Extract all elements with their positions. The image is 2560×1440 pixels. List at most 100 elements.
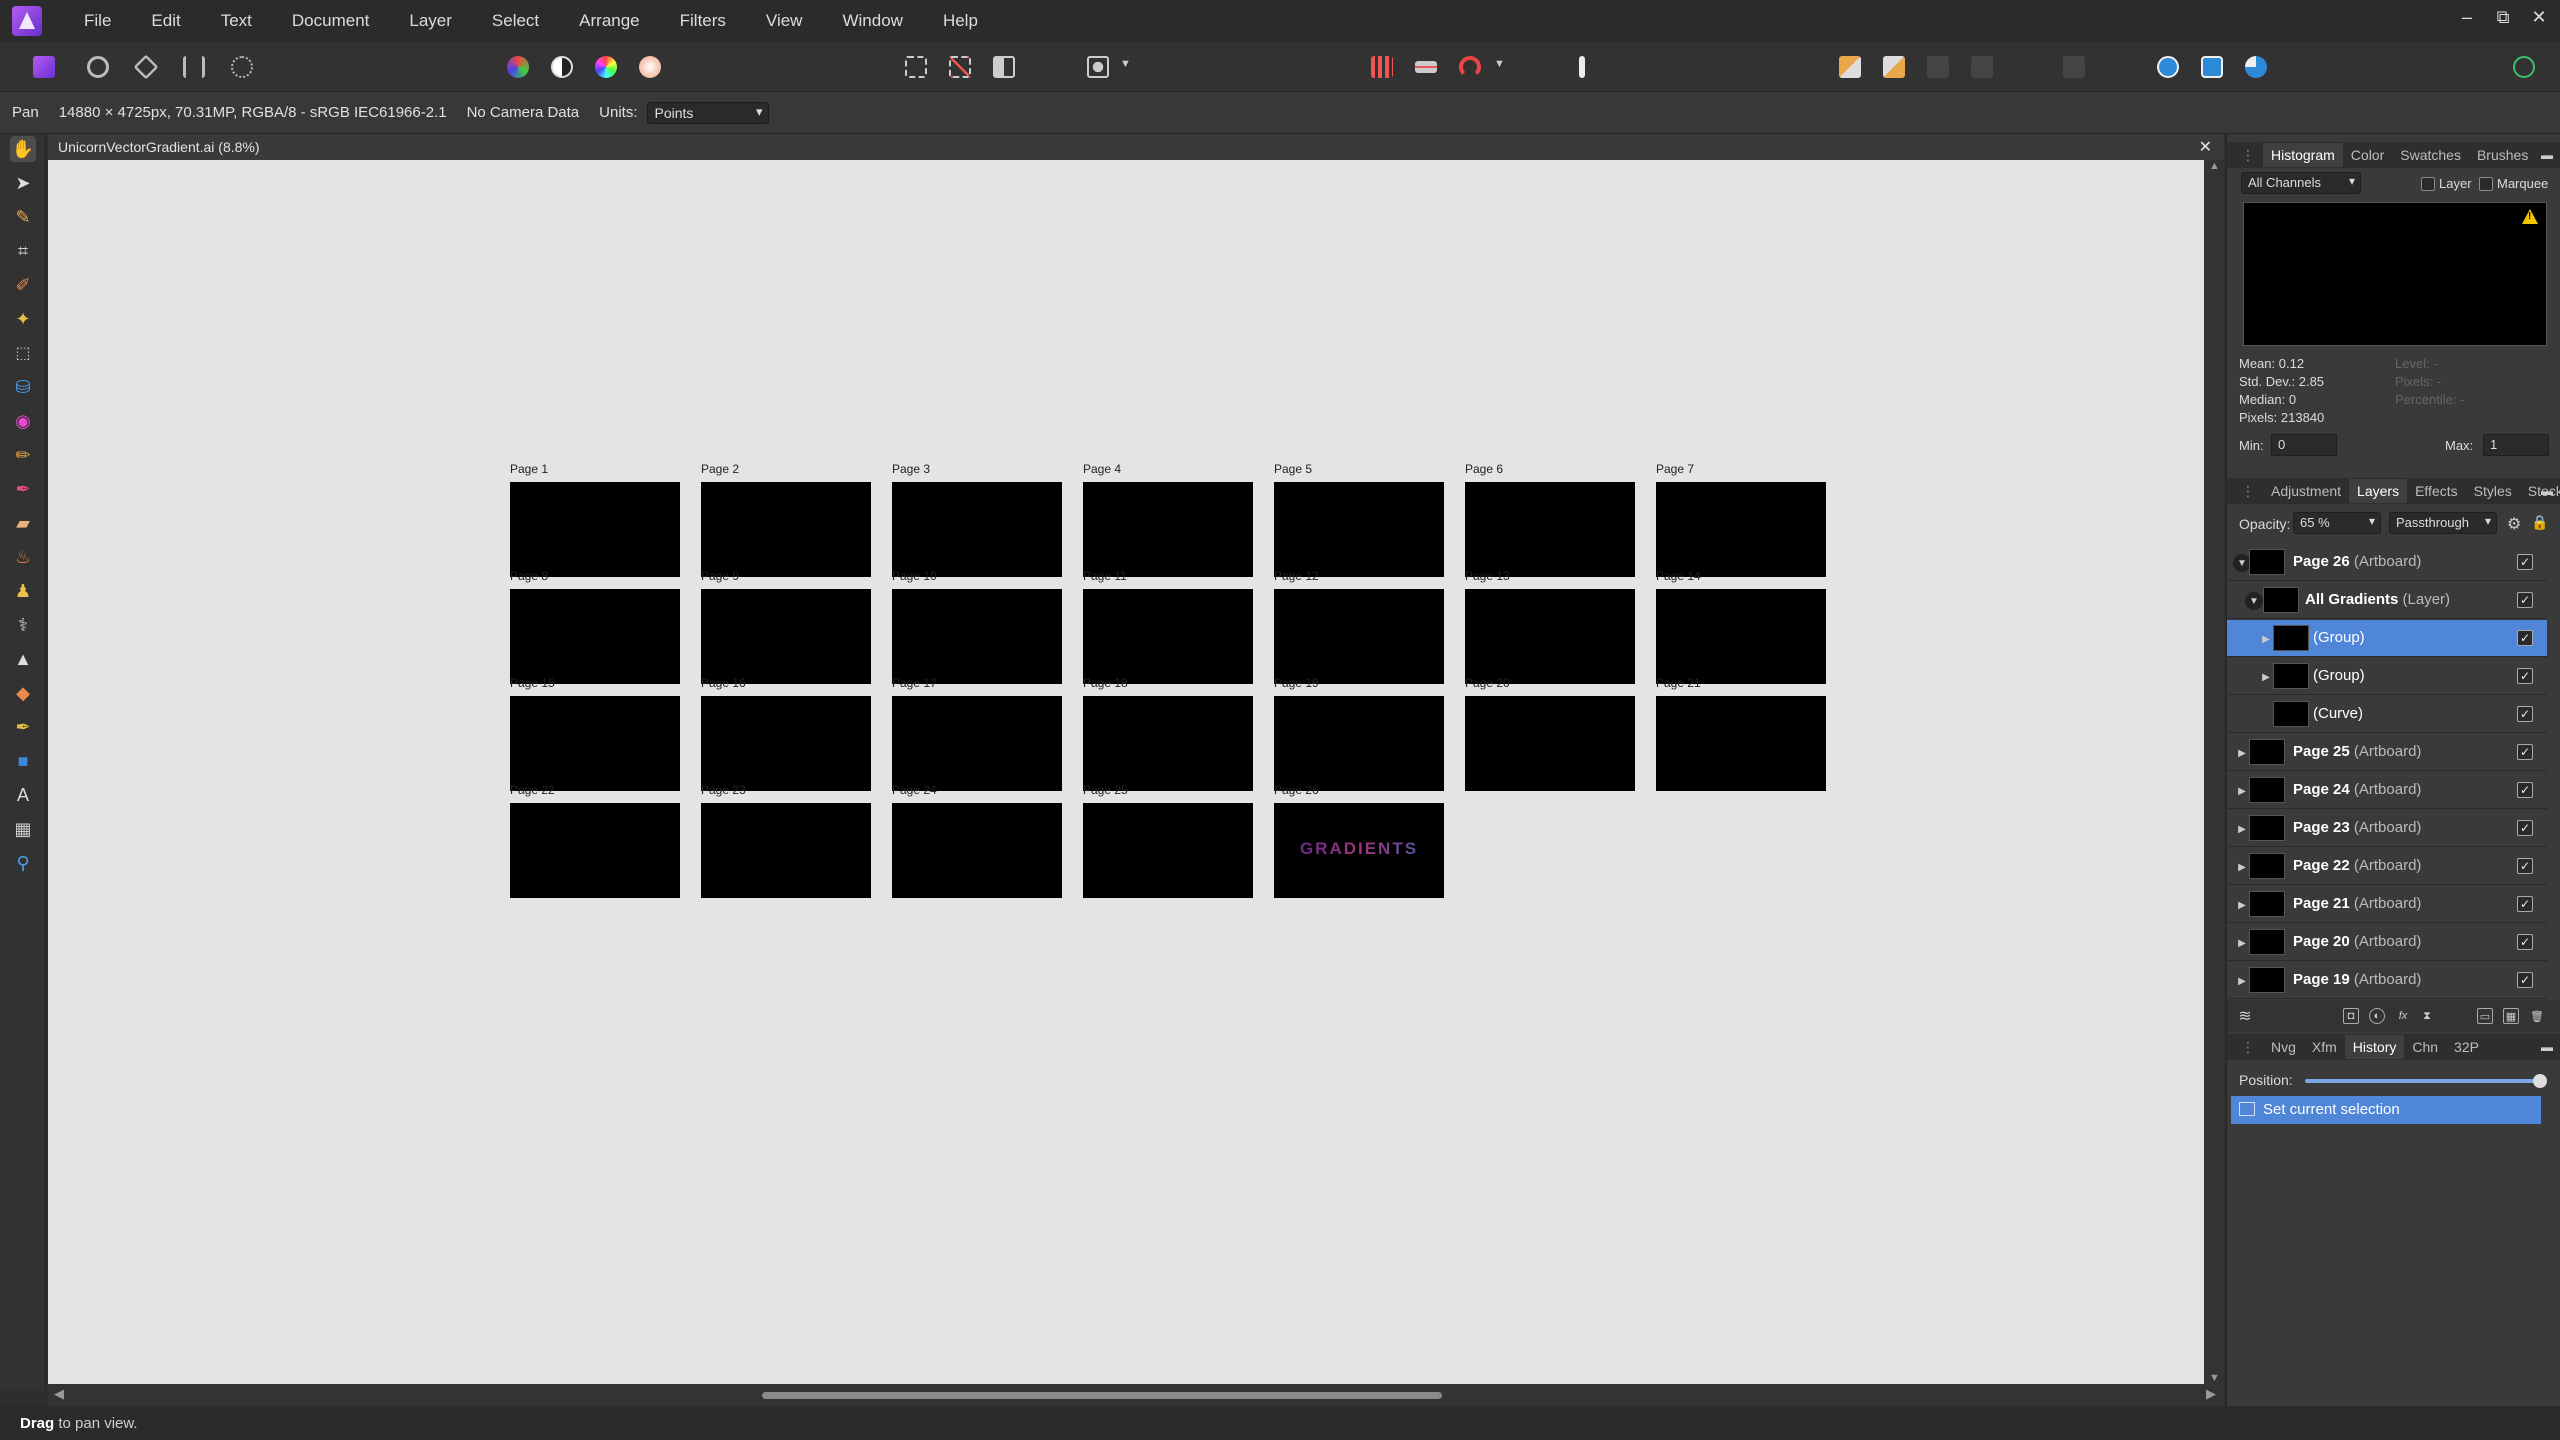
auto-white-balance-icon[interactable] — [634, 51, 666, 83]
add-group-icon[interactable]: ▭ — [2477, 1008, 2493, 1024]
tone-mapping-persona-icon[interactable] — [178, 51, 210, 83]
opacity-input[interactable]: 65 % — [2293, 512, 2381, 534]
auto-contrast-icon[interactable] — [546, 51, 578, 83]
chevron-down-icon[interactable]: ▼ — [1120, 58, 1131, 70]
scroll-left-icon[interactable]: ◀ — [54, 1386, 64, 1402]
layer-row[interactable]: ▶ Page 20 (Artboard) ✓ — [2227, 924, 2547, 961]
adjustment-icon[interactable]: ◐ — [2369, 1008, 2385, 1024]
scroll-up-icon[interactable]: ▲ — [2209, 160, 2220, 172]
artboard[interactable] — [510, 482, 680, 577]
artboard[interactable] — [701, 482, 871, 577]
scroll-down-icon[interactable]: ▼ — [2209, 1372, 2220, 1384]
hand-tool-icon[interactable]: ✋ — [10, 136, 36, 162]
paint-brush-tool-icon[interactable]: ✏ — [10, 442, 36, 468]
canvas[interactable]: Page 1 Page 2 Page 3 Page 4 Page 5 Page 6 Page… — [48, 160, 2204, 1384]
tab-brushes[interactable]: Brushes — [2469, 147, 2536, 163]
snapping-magnet-icon[interactable] — [1454, 51, 1486, 83]
artboard[interactable] — [1083, 482, 1253, 577]
warning-icon[interactable] — [2522, 209, 2538, 224]
crop-tool-icon[interactable]: ⌗ — [10, 238, 36, 264]
visibility-checkbox[interactable]: ✓ — [2517, 706, 2533, 722]
rectangular-marquee-icon[interactable] — [900, 51, 932, 83]
color-picker-tool-icon[interactable]: ✎ — [10, 204, 36, 230]
artboard[interactable] — [1083, 589, 1253, 684]
assistant-icon[interactable] — [2152, 51, 2184, 83]
develop-persona-icon[interactable] — [130, 51, 162, 83]
healing-brush-tool-icon[interactable]: ⚕ — [10, 612, 36, 638]
history-item[interactable]: Set current selection — [2231, 1096, 2541, 1124]
units-select[interactable]: Points — [647, 101, 770, 124]
artboard[interactable] — [1465, 696, 1635, 791]
layer-row[interactable]: ▶ (Group) ✓ — [2227, 658, 2547, 695]
gradient-tool-icon[interactable]: ◆ — [10, 680, 36, 706]
tab-navigator[interactable]: Nvg — [2263, 1039, 2304, 1055]
minimize-button[interactable]: – — [2452, 7, 2482, 28]
zoom-tool-icon[interactable]: ⚲ — [10, 850, 36, 876]
artboard[interactable] — [1083, 696, 1253, 791]
panel-menu-icon[interactable]: ▬ — [2541, 484, 2553, 498]
chevron-down-icon[interactable]: ▼ — [1494, 58, 1505, 70]
export-persona-icon[interactable] — [226, 51, 258, 83]
delete-layer-icon[interactable]: 🗑 — [2529, 1008, 2545, 1024]
artboard[interactable] — [1656, 589, 1826, 684]
tab-styles[interactable]: Styles — [2466, 483, 2520, 499]
layer-row[interactable]: (Curve) ✓ — [2227, 696, 2547, 733]
max-input[interactable]: 1 — [2483, 434, 2549, 456]
channels-select[interactable]: All Channels — [2241, 172, 2361, 194]
pen-tool-icon[interactable] — [1566, 51, 1598, 83]
artboard[interactable] — [510, 803, 680, 898]
visibility-checkbox[interactable]: ✓ — [2517, 782, 2533, 798]
flood-select-tool-icon[interactable]: ✦ — [10, 306, 36, 332]
erase-brush-tool-icon[interactable]: ▰ — [10, 510, 36, 536]
text-tool-icon[interactable]: A — [10, 782, 36, 808]
layer-row[interactable]: ▶ (Group) ✓ — [2227, 620, 2547, 657]
arrange-back-icon[interactable] — [1834, 51, 1866, 83]
menu-window[interactable]: Window — [822, 11, 922, 31]
auto-colors-icon[interactable] — [590, 51, 622, 83]
artboard[interactable] — [510, 589, 680, 684]
snapping-options-icon[interactable] — [1410, 51, 1442, 83]
snapping-grid-icon[interactable] — [1366, 51, 1398, 83]
tab-swatches[interactable]: Swatches — [2392, 147, 2469, 163]
grip-icon[interactable]: ⋮ — [2233, 483, 2263, 500]
gear-icon[interactable]: ⚙ — [2507, 514, 2521, 534]
tab-stock[interactable]: Stock — [2520, 483, 2560, 499]
history-position-knob[interactable] — [2533, 1074, 2547, 1088]
menu-layer[interactable]: Layer — [389, 11, 472, 31]
clone-brush-tool-icon[interactable]: ♟ — [10, 578, 36, 604]
menu-view[interactable]: View — [746, 11, 823, 31]
quick-mask-icon[interactable] — [1082, 51, 1114, 83]
visibility-checkbox[interactable]: ✓ — [2517, 592, 2533, 608]
visibility-checkbox[interactable]: ✓ — [2517, 630, 2533, 646]
horizontal-scroll-thumb[interactable] — [762, 1392, 1442, 1399]
artboard[interactable] — [892, 803, 1062, 898]
close-window-button[interactable]: ✕ — [2524, 7, 2554, 28]
preferences-icon[interactable] — [2196, 51, 2228, 83]
paint-mixer-tool-icon[interactable]: ✒ — [10, 476, 36, 502]
horizontal-scrollbar[interactable]: ◀ ▶ — [48, 1384, 2224, 1406]
artboard[interactable] — [701, 589, 871, 684]
artboard[interactable] — [510, 696, 680, 791]
blend-mode-select[interactable]: Passthrough — [2389, 512, 2497, 534]
scroll-right-icon[interactable]: ▶ — [2206, 1386, 2216, 1402]
layer-row[interactable]: ▶ Page 21 (Artboard) ✓ — [2227, 886, 2547, 923]
menu-document[interactable]: Document — [272, 11, 389, 31]
layer-row[interactable]: ▼ Page 26 (Artboard) ✓ — [2227, 544, 2547, 581]
artboard[interactable] — [1465, 589, 1635, 684]
color-replace-tool-icon[interactable]: ◉ — [10, 408, 36, 434]
min-input[interactable]: 0 — [2271, 434, 2337, 456]
flood-fill-tool-icon[interactable]: ⛁ — [10, 374, 36, 400]
artboard[interactable]: GRADIENTS — [1274, 803, 1444, 898]
liquify-persona-icon[interactable] — [82, 51, 114, 83]
artboard[interactable] — [892, 589, 1062, 684]
layer-row[interactable]: ▶ Page 24 (Artboard) ✓ — [2227, 772, 2547, 809]
tab-history[interactable]: History — [2344, 1035, 2405, 1059]
add-pixel-layer-icon[interactable]: ▦ — [2503, 1008, 2519, 1024]
mesh-warp-tool-icon[interactable]: ▦ — [10, 816, 36, 842]
tab-channels[interactable]: Chn — [2404, 1039, 2446, 1055]
tab-transform[interactable]: Xfm — [2304, 1039, 2345, 1055]
menu-select[interactable]: Select — [472, 11, 559, 31]
marquee-tool-icon[interactable]: ⬚ — [10, 340, 36, 366]
panel-menu-icon[interactable]: ▬ — [2541, 1040, 2553, 1054]
artboard[interactable] — [1083, 803, 1253, 898]
